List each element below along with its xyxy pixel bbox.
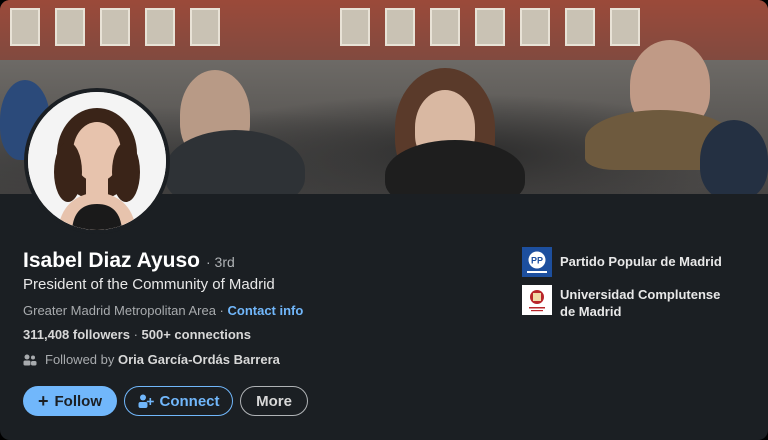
ucm-logo-icon [522, 285, 552, 315]
contact-info-link[interactable]: Contact info [228, 303, 304, 318]
people-icon [23, 354, 37, 365]
more-button[interactable]: More [240, 386, 308, 416]
location-text: Greater Madrid Metropolitan Area [23, 303, 216, 318]
plus-icon: + [37, 391, 49, 411]
location-line: Greater Madrid Metropolitan Area · Conta… [23, 303, 303, 318]
connection-degree: · 3rd [206, 254, 235, 270]
organization-item-pp[interactable]: PP Partido Popular de Madrid [522, 247, 722, 277]
organization-name-line1: Universidad Complutense [560, 287, 721, 302]
follow-label: Follow [54, 392, 103, 410]
profile-card: Isabel Diaz Ayuso · 3rd President of the… [0, 0, 768, 440]
svg-text:PP: PP [531, 256, 543, 266]
organization-item-ucm[interactable]: Universidad Complutense de Madrid [522, 285, 720, 320]
connect-button[interactable]: Connect [124, 386, 233, 416]
followed-by-name[interactable]: Oria García-Ordás Barrera [118, 352, 280, 367]
followed-by-prefix: Followed by [45, 352, 115, 367]
location-separator: · [215, 303, 228, 318]
more-label: More [256, 392, 292, 410]
organization-name: Universidad Complutense de Madrid [560, 285, 720, 320]
followed-by-line: Followed by Oria García-Ordás Barrera [23, 352, 280, 367]
profile-name: Isabel Diaz Ayuso [23, 249, 201, 272]
profile-avatar[interactable] [24, 88, 170, 234]
stats-separator: · [129, 327, 142, 342]
followers-count[interactable]: 311,408 followers [23, 327, 130, 342]
organization-name-line2: de Madrid [560, 304, 622, 319]
connections-count[interactable]: 500+ connections [142, 327, 251, 342]
profile-headline: President of the Community of Madrid [23, 276, 275, 293]
stats-line: 311,408 followers · 500+ connections [23, 327, 251, 342]
add-person-icon [138, 394, 154, 408]
organization-name: Partido Popular de Madrid [560, 254, 722, 269]
follow-button[interactable]: + Follow [23, 386, 117, 416]
pp-logo-icon: PP [522, 247, 552, 277]
connect-label: Connect [159, 392, 220, 410]
